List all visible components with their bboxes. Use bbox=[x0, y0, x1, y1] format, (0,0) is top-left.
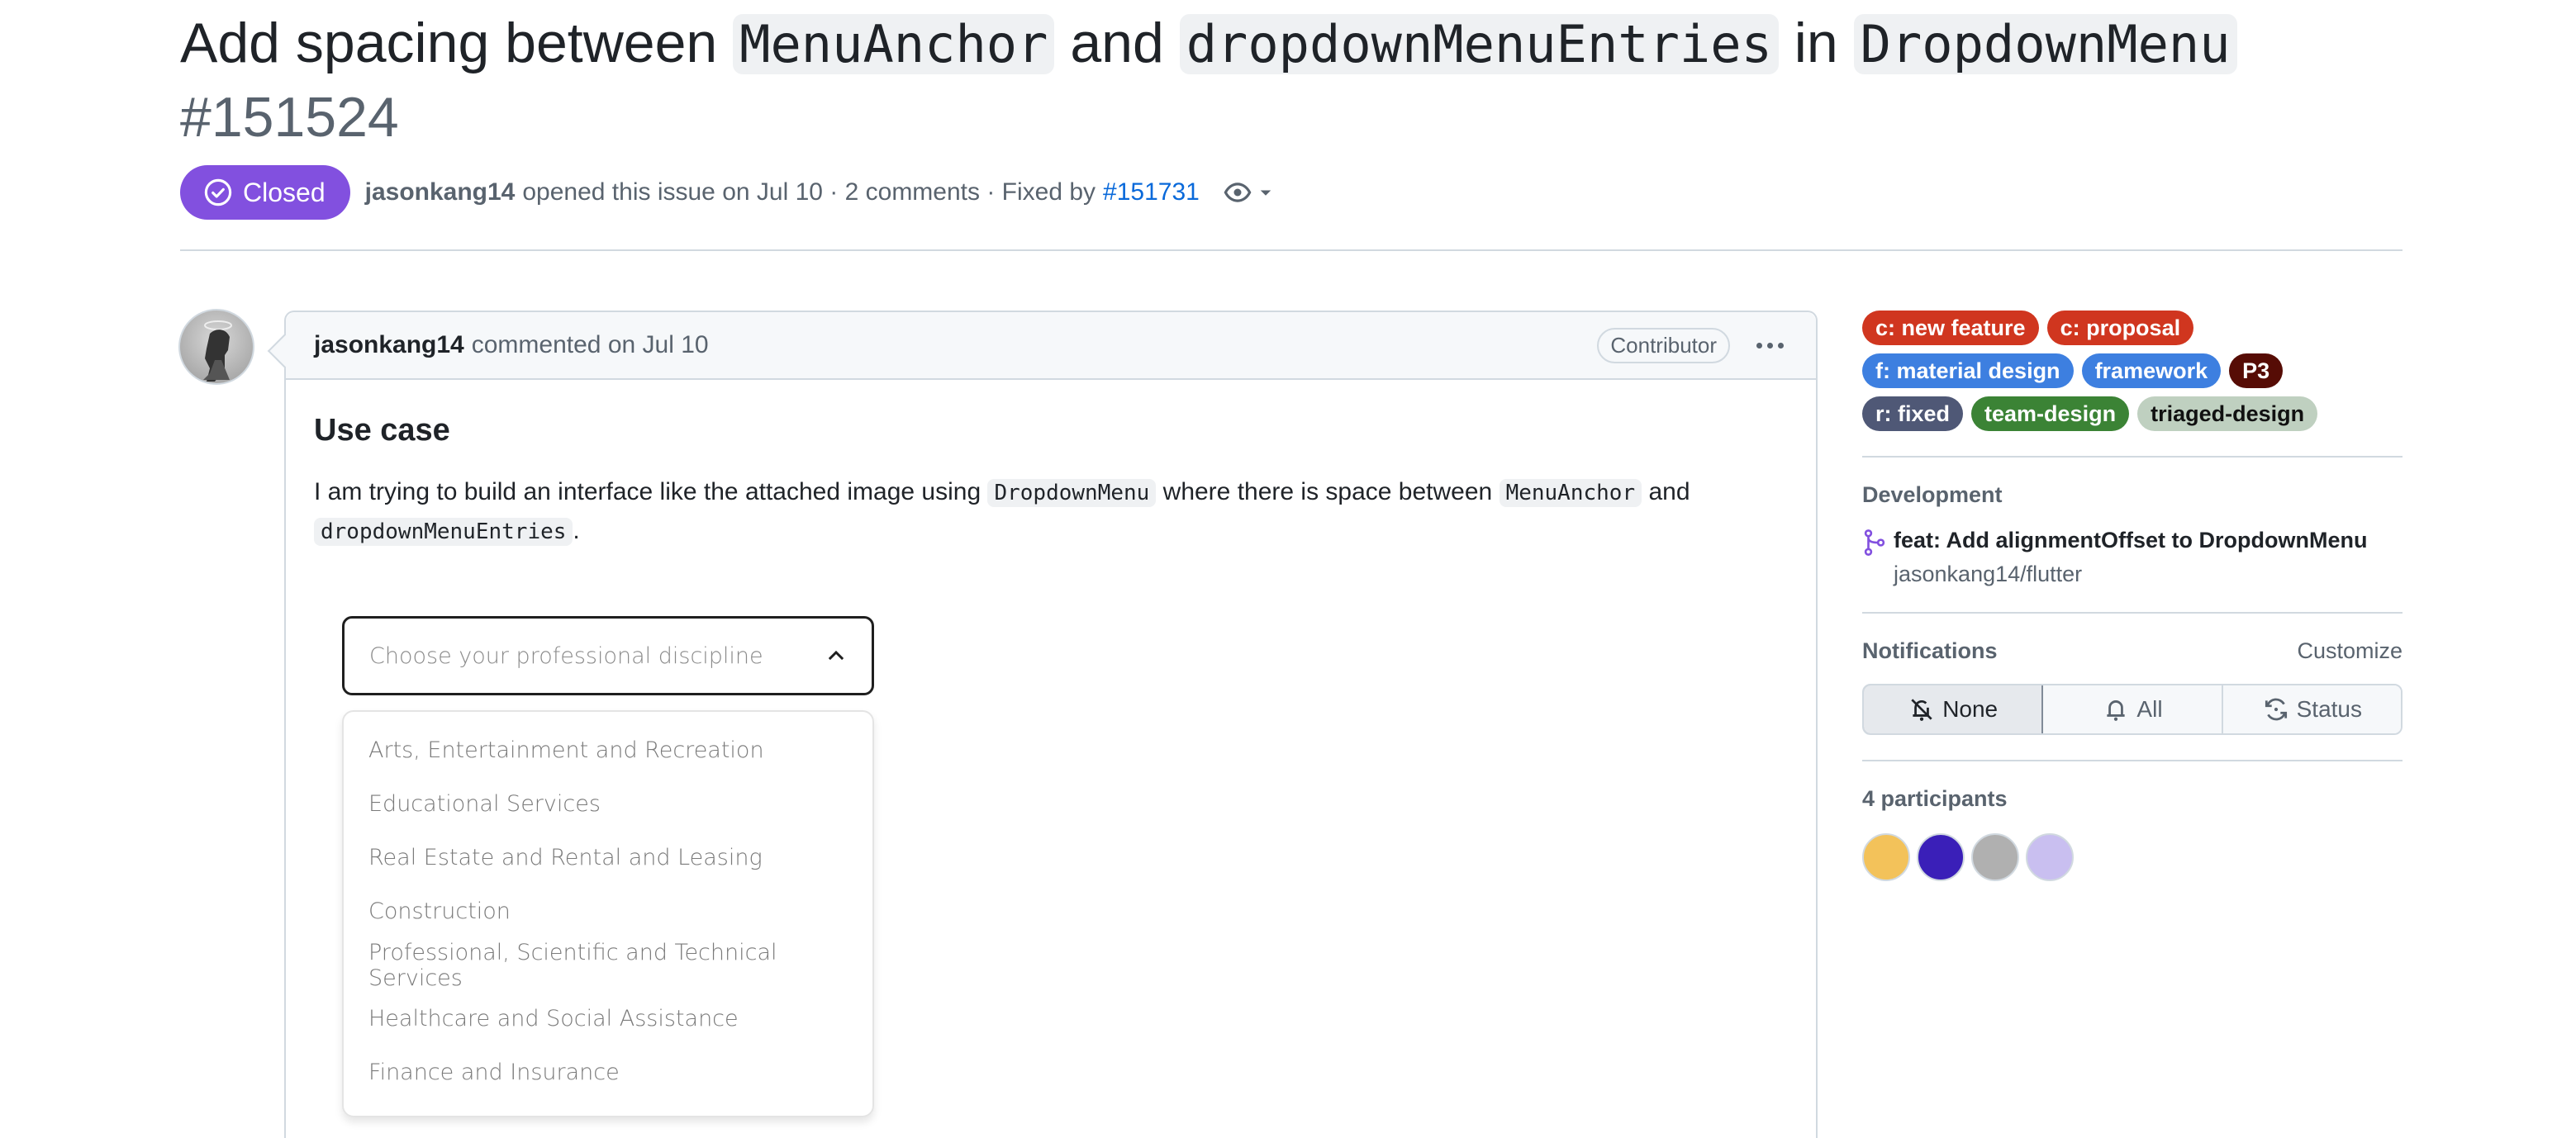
caret-down-icon bbox=[1260, 190, 1271, 196]
sidebar-divider bbox=[1862, 456, 2403, 458]
sidebar-divider bbox=[1862, 612, 2403, 614]
bell-slash-icon bbox=[1911, 699, 1932, 721]
label-badge[interactable]: f: material design bbox=[1862, 353, 2074, 388]
header-divider bbox=[180, 249, 2403, 251]
issue-author-link[interactable]: jasonkang14 bbox=[365, 178, 516, 206]
participant-avatar[interactable] bbox=[1971, 833, 2019, 881]
title-text: in bbox=[1778, 12, 1854, 74]
embedded-dropdown-item: Arts, Entertainment and Recreation bbox=[368, 737, 764, 763]
paragraph-code: DropdownMenu bbox=[987, 479, 1157, 507]
role-badge: Contributor bbox=[1597, 327, 1730, 363]
notifications-title: Notifications Customize bbox=[1862, 638, 2403, 664]
state-label: Closed bbox=[243, 177, 326, 207]
label-badge[interactable]: triaged-design bbox=[2137, 396, 2318, 431]
check-circle-icon bbox=[204, 178, 232, 206]
comment-heading: Use case bbox=[314, 413, 450, 448]
embedded-dropdown-field: Choose your professional discipline bbox=[342, 616, 874, 695]
participant-avatar[interactable] bbox=[1917, 833, 1965, 881]
embedded-dropdown-item: Educational Services bbox=[368, 791, 601, 817]
notification-none-button[interactable]: None bbox=[1864, 685, 2044, 733]
sidebar-divider bbox=[1862, 760, 2403, 761]
embedded-dropdown-item: Finance and Insurance bbox=[368, 1060, 620, 1085]
paragraph-code: MenuAnchor bbox=[1499, 479, 1642, 507]
eye-icon bbox=[1224, 183, 1252, 202]
participants-heading: 4 participants bbox=[1862, 786, 2008, 811]
attached-image: Choose your professional discipline Arts… bbox=[342, 616, 874, 1117]
comment-header: jasonkang14 commented on Jul 10 Contribu… bbox=[286, 312, 1816, 380]
embedded-dropdown-item: Construction bbox=[368, 899, 511, 924]
comment-body: Use case I am trying to build an interfa… bbox=[286, 380, 1816, 1117]
comment-author-link[interactable]: jasonkang14 bbox=[314, 331, 464, 359]
avatar-image bbox=[203, 320, 232, 382]
linked-pr-title[interactable]: feat: Add alignmentOffset to DropdownMen… bbox=[1894, 528, 2367, 553]
notification-options: None All Status bbox=[1862, 684, 2403, 735]
issue-opened-text: opened this issue on Jul 10 · 2 comments… bbox=[522, 178, 1096, 206]
issue-meta: Closed jasonkang14 opened this issue on … bbox=[180, 165, 1274, 220]
bell-icon bbox=[2107, 700, 2126, 721]
title-text: and bbox=[1054, 12, 1180, 74]
comment-box: jasonkang14 commented on Jul 10 Contribu… bbox=[284, 311, 1818, 1138]
linked-pr[interactable]: feat: Add alignmentOffset to DropdownMen… bbox=[1862, 528, 2403, 587]
label-badge[interactable]: c: proposal bbox=[2046, 311, 2194, 345]
label-badge[interactable]: r: fixed bbox=[1862, 396, 1964, 431]
paragraph-text: . bbox=[573, 517, 580, 544]
embedded-dropdown-item: Real Estate and Rental and Leasing bbox=[368, 845, 763, 870]
comment-timestamp[interactable]: commented on Jul 10 bbox=[472, 331, 709, 359]
label-badge[interactable]: c: new feature bbox=[1862, 311, 2039, 345]
title-text: Add spacing between bbox=[180, 12, 734, 74]
development-heading: Development bbox=[1862, 482, 2003, 507]
notification-status-button[interactable]: Status bbox=[2222, 685, 2401, 733]
embedded-dropdown-placeholder: Choose your professional discipline bbox=[369, 642, 763, 669]
issue-title-text: Add spacing between MenuAnchor and dropd… bbox=[180, 12, 2237, 74]
comment-paragraph: I am trying to build an interface like t… bbox=[314, 473, 1788, 551]
notification-all-button[interactable]: All bbox=[2043, 685, 2223, 733]
paragraph-code: dropdownMenuEntries bbox=[314, 518, 573, 546]
issue-number: #151524 bbox=[180, 86, 399, 149]
embedded-dropdown-item: Professional, Scientific and Technical S… bbox=[368, 939, 777, 991]
issue-title: Add spacing between MenuAnchor and dropd… bbox=[180, 7, 2411, 154]
notification-all-label: All bbox=[2136, 696, 2163, 722]
embedded-dropdown-item: Healthcare and Social Assistance bbox=[368, 1006, 739, 1031]
participants-title: 4 participants bbox=[1862, 786, 2403, 812]
title-code: DropdownMenu bbox=[1853, 14, 2237, 74]
comment-author-avatar[interactable] bbox=[178, 309, 254, 385]
chevron-up-icon bbox=[828, 650, 844, 661]
kebab-dot bbox=[1777, 342, 1784, 349]
notification-none-label: None bbox=[1942, 696, 1999, 722]
notification-status-label: Status bbox=[2296, 696, 2363, 722]
paragraph-text: where there is space between bbox=[1156, 478, 1499, 505]
embedded-dropdown-menu: Arts, Entertainment and Recreation Educat… bbox=[342, 710, 874, 1117]
kebab-dot bbox=[1756, 342, 1762, 349]
git-merge-icon bbox=[1864, 529, 1885, 556]
comment-options-button[interactable] bbox=[1751, 342, 1788, 349]
sync-icon bbox=[2265, 698, 2287, 721]
participant-avatar[interactable] bbox=[2026, 833, 2074, 881]
customize-link[interactable]: Customize bbox=[2297, 638, 2403, 664]
watch-button[interactable] bbox=[1223, 178, 1274, 207]
state-badge: Closed bbox=[180, 165, 350, 220]
kebab-dot bbox=[1766, 342, 1773, 349]
participants-list bbox=[1862, 833, 2403, 881]
paragraph-text: and bbox=[1642, 478, 1690, 505]
linked-pr-repo: jasonkang14/flutter bbox=[1894, 562, 2083, 586]
participant-avatar[interactable] bbox=[1862, 833, 1910, 881]
labels-list: c: new feature c: proposal f: material des… bbox=[1862, 311, 2358, 431]
label-badge[interactable]: team-design bbox=[1971, 396, 2130, 431]
issue-sidebar: c: new feature c: proposal f: material des… bbox=[1862, 311, 2403, 881]
title-code: MenuAnchor bbox=[733, 14, 1055, 74]
notifications-heading: Notifications bbox=[1862, 638, 1998, 663]
fixed-by-link[interactable]: #151731 bbox=[1103, 178, 1200, 206]
label-badge[interactable]: P3 bbox=[2229, 353, 2284, 388]
title-code: dropdownMenuEntries bbox=[1179, 14, 1779, 74]
paragraph-text: I am trying to build an interface like t… bbox=[314, 478, 988, 505]
label-badge[interactable]: framework bbox=[2081, 353, 2222, 388]
development-title: Development bbox=[1862, 482, 2403, 508]
